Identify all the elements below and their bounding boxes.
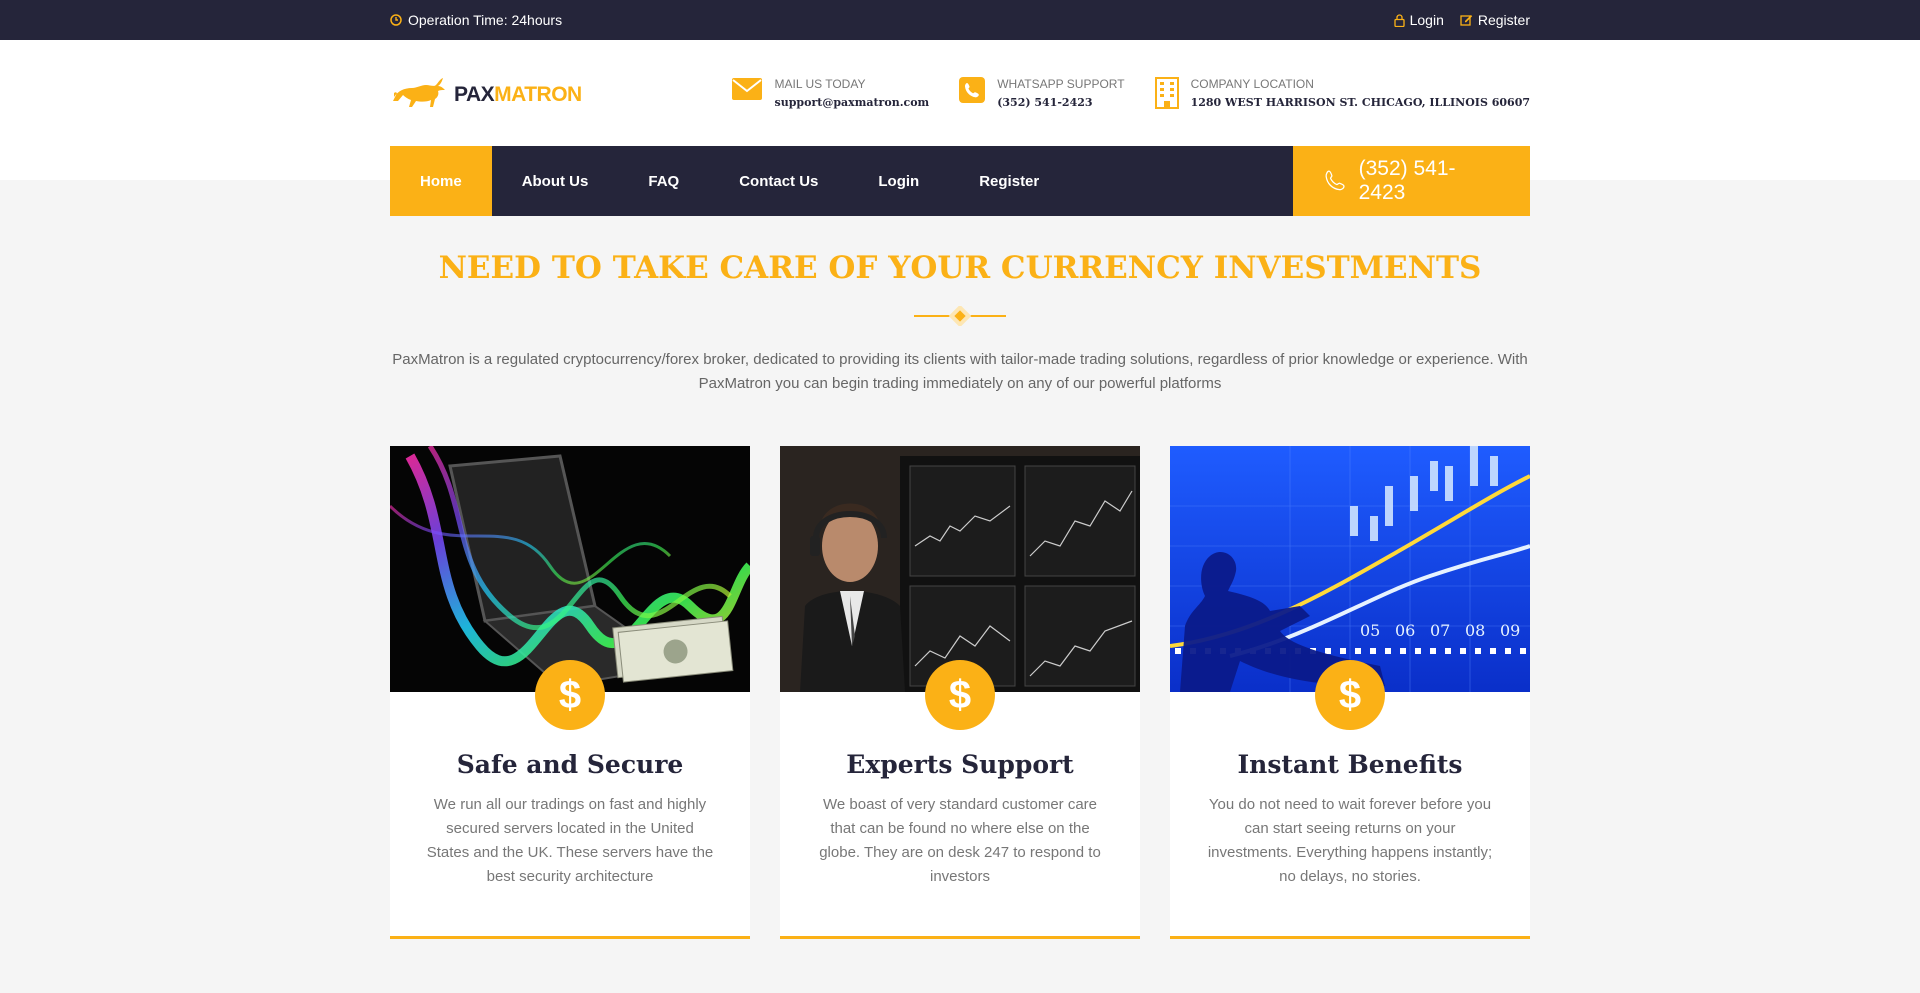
operation-time-text: Operation Time: 24hours xyxy=(408,12,563,28)
business-chart-image: 05 06 07 08 09 xyxy=(1170,446,1530,692)
whatsapp-value[interactable]: (352) 541-2423 xyxy=(997,96,1124,109)
feature-card-experts: $ Experts Support We boast of very stand… xyxy=(780,446,1140,939)
feature-card-safe: $ Safe and Secure We run all our trading… xyxy=(390,446,750,939)
dollar-icon: $ xyxy=(925,660,995,730)
nav-phone-button[interactable]: (352) 541-2423 xyxy=(1293,146,1530,216)
trader-screens-image xyxy=(780,446,1140,692)
chart-label-06: 06 xyxy=(1395,621,1415,640)
nav-login[interactable]: Login xyxy=(848,146,949,216)
feature-cards: $ Safe and Secure We run all our trading… xyxy=(390,446,1530,939)
card-title: Safe and Secure xyxy=(456,750,684,779)
main-nav: Home About Us FAQ Contact Us Login Regis… xyxy=(390,146,1530,216)
location-info: COMPANY LOCATION 1280 WEST HARRISON ST. … xyxy=(1154,77,1530,109)
chart-label-09: 09 xyxy=(1500,621,1520,640)
nav-phone-number: (352) 541-2423 xyxy=(1358,157,1456,204)
card-title: Instant Benefits xyxy=(1237,750,1463,779)
location-label: COMPANY LOCATION xyxy=(1190,77,1314,91)
phone-icon xyxy=(959,77,986,103)
top-register-link[interactable]: Register xyxy=(1460,12,1530,28)
card-title: Experts Support xyxy=(846,750,1074,779)
top-login-label: Login xyxy=(1409,12,1444,28)
nav-faq[interactable]: FAQ xyxy=(618,146,709,216)
lock-icon xyxy=(1393,13,1405,27)
nav-home[interactable]: Home xyxy=(390,146,492,216)
card-text: You do not need to wait forever before y… xyxy=(1207,796,1493,885)
top-login-link[interactable]: Login xyxy=(1393,12,1444,28)
nav-contact-us[interactable]: Contact Us xyxy=(709,146,848,216)
card-text: We boast of very standard customer care … xyxy=(819,796,1101,885)
hero-title: NEED TO TAKE CARE OF YOUR CURRENCY INVES… xyxy=(438,250,1482,286)
feature-card-benefits: 05 06 07 08 09 $ Instant Benefits You do… xyxy=(1170,446,1530,939)
dollar-icon: $ xyxy=(535,660,605,730)
edit-icon xyxy=(1460,15,1473,26)
top-register-label: Register xyxy=(1477,12,1530,28)
building-icon xyxy=(1154,77,1179,109)
dollar-icon: $ xyxy=(1315,660,1385,730)
top-bar: Operation Time: 24hours Login Register xyxy=(0,0,1920,40)
clock-icon xyxy=(390,14,402,26)
chart-label-08: 08 xyxy=(1465,621,1485,640)
logo[interactable]: PAXMATRON xyxy=(390,75,582,115)
chart-label-07: 07 xyxy=(1430,621,1450,640)
whatsapp-info: WHATSAPP SUPPORT (352) 541-2423 xyxy=(959,77,1125,109)
logo-pax: PAX xyxy=(454,82,495,106)
logo-matron: MATRON xyxy=(494,82,582,106)
location-value: 1280 WEST HARRISON ST. CHICAGO, ILLINOIS… xyxy=(1190,96,1530,109)
whatsapp-label: WHATSAPP SUPPORT xyxy=(997,77,1125,91)
mail-info: MAIL US TODAY support@paxmatron.com xyxy=(731,77,930,109)
title-divider xyxy=(0,306,1920,326)
envelope-icon xyxy=(731,78,762,100)
nav-register[interactable]: Register xyxy=(949,146,1069,216)
laptop-money-image xyxy=(390,446,750,692)
phone-outline-icon xyxy=(1325,170,1345,191)
logo-text: PAXMATRON xyxy=(454,83,582,107)
card-text: We run all our tradings on fast and high… xyxy=(426,796,714,885)
mail-value[interactable]: support@paxmatron.com xyxy=(775,96,930,109)
mail-label: MAIL US TODAY xyxy=(774,77,866,91)
nav-about-us[interactable]: About Us xyxy=(492,146,619,216)
bull-icon xyxy=(393,77,445,107)
chart-label-05: 05 xyxy=(1360,621,1380,640)
hero-text: PaxMatron is a regulated cryptocurrency/… xyxy=(392,351,1528,392)
operation-time: Operation Time: 24hours xyxy=(390,12,562,28)
